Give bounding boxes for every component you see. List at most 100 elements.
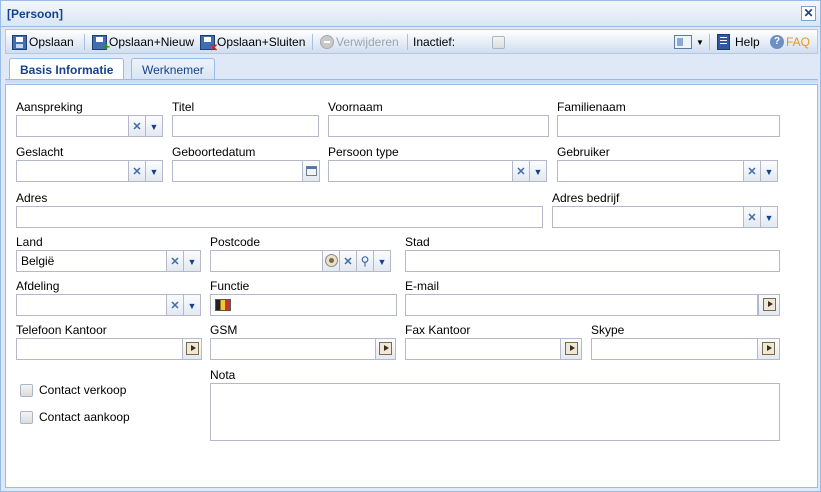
inactive-checkbox[interactable]: [492, 35, 505, 49]
telefoon-kantoor-go-button[interactable]: [182, 338, 202, 360]
adres-field[interactable]: [16, 206, 543, 228]
adres-bedrijf-combo[interactable]: [552, 206, 744, 228]
toolbar-separator: [709, 34, 710, 50]
save-close-icon: [200, 34, 218, 54]
close-icon: ✕: [803, 6, 814, 20]
adres-bedrijf-label: Adres bedrijf: [552, 191, 620, 205]
stad-field[interactable]: [405, 250, 780, 272]
chevron-down-icon: ▼: [377, 257, 387, 267]
flag-icon: [215, 299, 231, 311]
contact-aankoop-label: Contact aankoop: [39, 410, 130, 424]
gsm-go-button[interactable]: [375, 338, 396, 360]
clear-x-icon: ✕: [747, 212, 757, 224]
persoon-window: [Persoon] ✕ Opslaan Opslaan+Nieuw Opslaa…: [0, 0, 821, 492]
titel-field[interactable]: [172, 115, 319, 137]
voornaam-field[interactable]: [328, 115, 549, 137]
gebruiker-dropdown-button[interactable]: ▼: [760, 160, 778, 182]
gebruiker-combo[interactable]: [557, 160, 744, 182]
aanspreking-dropdown-button[interactable]: ▼: [145, 115, 163, 137]
help-button[interactable]: Help: [717, 33, 760, 51]
chevron-down-icon: ▼: [533, 167, 543, 177]
layout-menu-button[interactable]: ▼: [674, 33, 704, 51]
functie-field[interactable]: [210, 294, 397, 316]
save-button-label: Opslaan: [29, 35, 74, 49]
nota-label: Nota: [210, 368, 236, 382]
gebruiker-label: Gebruiker: [557, 145, 610, 159]
aanspreking-combo[interactable]: [16, 115, 129, 137]
save-close-button-label: Opslaan+Sluiten: [217, 35, 306, 49]
voornaam-label: Voornaam: [328, 100, 383, 114]
window-title: [Persoon]: [7, 7, 64, 21]
geslacht-clear-button[interactable]: ✕: [128, 160, 146, 182]
save-new-button[interactable]: Opslaan+Nieuw: [92, 33, 194, 54]
postcode-dropdown-button[interactable]: ▼: [373, 250, 391, 272]
delete-button-label: Verwijderen: [336, 35, 399, 49]
adres-bedrijf-clear-button[interactable]: ✕: [743, 206, 761, 228]
aanspreking-label: Aanspreking: [16, 100, 83, 114]
afdeling-clear-button[interactable]: ✕: [166, 294, 184, 316]
persoon-type-label: Persoon type: [328, 145, 399, 159]
postcode-combo[interactable]: [210, 250, 323, 272]
geboortedatum-calendar-button[interactable]: [302, 160, 320, 182]
go-arrow-icon: [762, 342, 775, 355]
postcode-search-button[interactable]: ⚲: [356, 250, 374, 272]
postcode-clear-button[interactable]: ✕: [339, 250, 357, 272]
help-button-label: Help: [735, 35, 760, 49]
faq-icon: ?: [770, 35, 784, 49]
calendar-icon: [306, 166, 317, 176]
afdeling-label: Afdeling: [16, 279, 60, 293]
save-new-icon: [92, 34, 110, 54]
land-combo[interactable]: België: [16, 250, 167, 272]
skype-go-button[interactable]: [757, 338, 780, 360]
familienaam-field[interactable]: [557, 115, 780, 137]
postcode-label: Postcode: [210, 235, 261, 249]
nota-textarea[interactable]: [210, 383, 780, 441]
delete-button[interactable]: Verwijderen: [320, 33, 399, 51]
chevron-down-icon: ▼: [764, 213, 774, 223]
afdeling-dropdown-button[interactable]: ▼: [183, 294, 201, 316]
geslacht-dropdown-button[interactable]: ▼: [145, 160, 163, 182]
land-dropdown-button[interactable]: ▼: [183, 250, 201, 272]
gear-icon: [324, 254, 338, 267]
geboortedatum-field[interactable]: [172, 160, 303, 182]
email-field[interactable]: [405, 294, 758, 316]
gsm-field[interactable]: [210, 338, 376, 360]
fax-kantoor-field[interactable]: [405, 338, 561, 360]
faq-button-label: FAQ: [786, 35, 811, 49]
adres-bedrijf-dropdown-button[interactable]: ▼: [760, 206, 778, 228]
afdeling-combo[interactable]: [16, 294, 167, 316]
gebruiker-clear-button[interactable]: ✕: [743, 160, 761, 182]
tab-strip: Basis Informatie Werknemer: [5, 56, 818, 83]
clear-x-icon: ✕: [170, 300, 180, 312]
telefoon-kantoor-field[interactable]: [16, 338, 183, 360]
persoon-type-combo[interactable]: [328, 160, 513, 182]
postcode-gear-button[interactable]: [322, 250, 340, 272]
contact-aankoop-checkbox[interactable]: [20, 410, 33, 424]
chevron-down-icon: ▼: [187, 301, 197, 311]
geslacht-label: Geslacht: [16, 145, 64, 159]
tab-werknemer[interactable]: Werknemer: [131, 58, 215, 81]
fax-kantoor-go-button[interactable]: [560, 338, 582, 360]
contact-verkoop-label: Contact verkoop: [39, 383, 127, 397]
skype-field[interactable]: [591, 338, 758, 360]
contact-verkoop-checkbox[interactable]: [20, 383, 33, 397]
land-clear-button[interactable]: ✕: [166, 250, 184, 272]
toolbar-separator: [407, 34, 408, 50]
faq-button[interactable]: ? FAQ: [770, 33, 810, 51]
persoon-type-clear-button[interactable]: ✕: [512, 160, 530, 182]
close-button[interactable]: ✕: [801, 6, 816, 21]
go-arrow-icon: [185, 342, 199, 355]
inactive-label-text: Inactief:: [413, 35, 456, 49]
save-button[interactable]: Opslaan: [12, 33, 74, 51]
email-go-button[interactable]: [758, 294, 780, 316]
go-arrow-icon: [564, 342, 578, 355]
clear-x-icon: ✕: [170, 256, 180, 268]
go-arrow-icon: [762, 298, 776, 311]
toolbar-separator: [312, 34, 313, 50]
geslacht-combo[interactable]: [16, 160, 129, 182]
toolbar-separator: [84, 34, 85, 50]
search-icon: ⚲: [360, 254, 370, 268]
aanspreking-clear-button[interactable]: ✕: [128, 115, 146, 137]
persoon-type-dropdown-button[interactable]: ▼: [529, 160, 547, 182]
save-close-button[interactable]: Opslaan+Sluiten: [200, 33, 306, 54]
